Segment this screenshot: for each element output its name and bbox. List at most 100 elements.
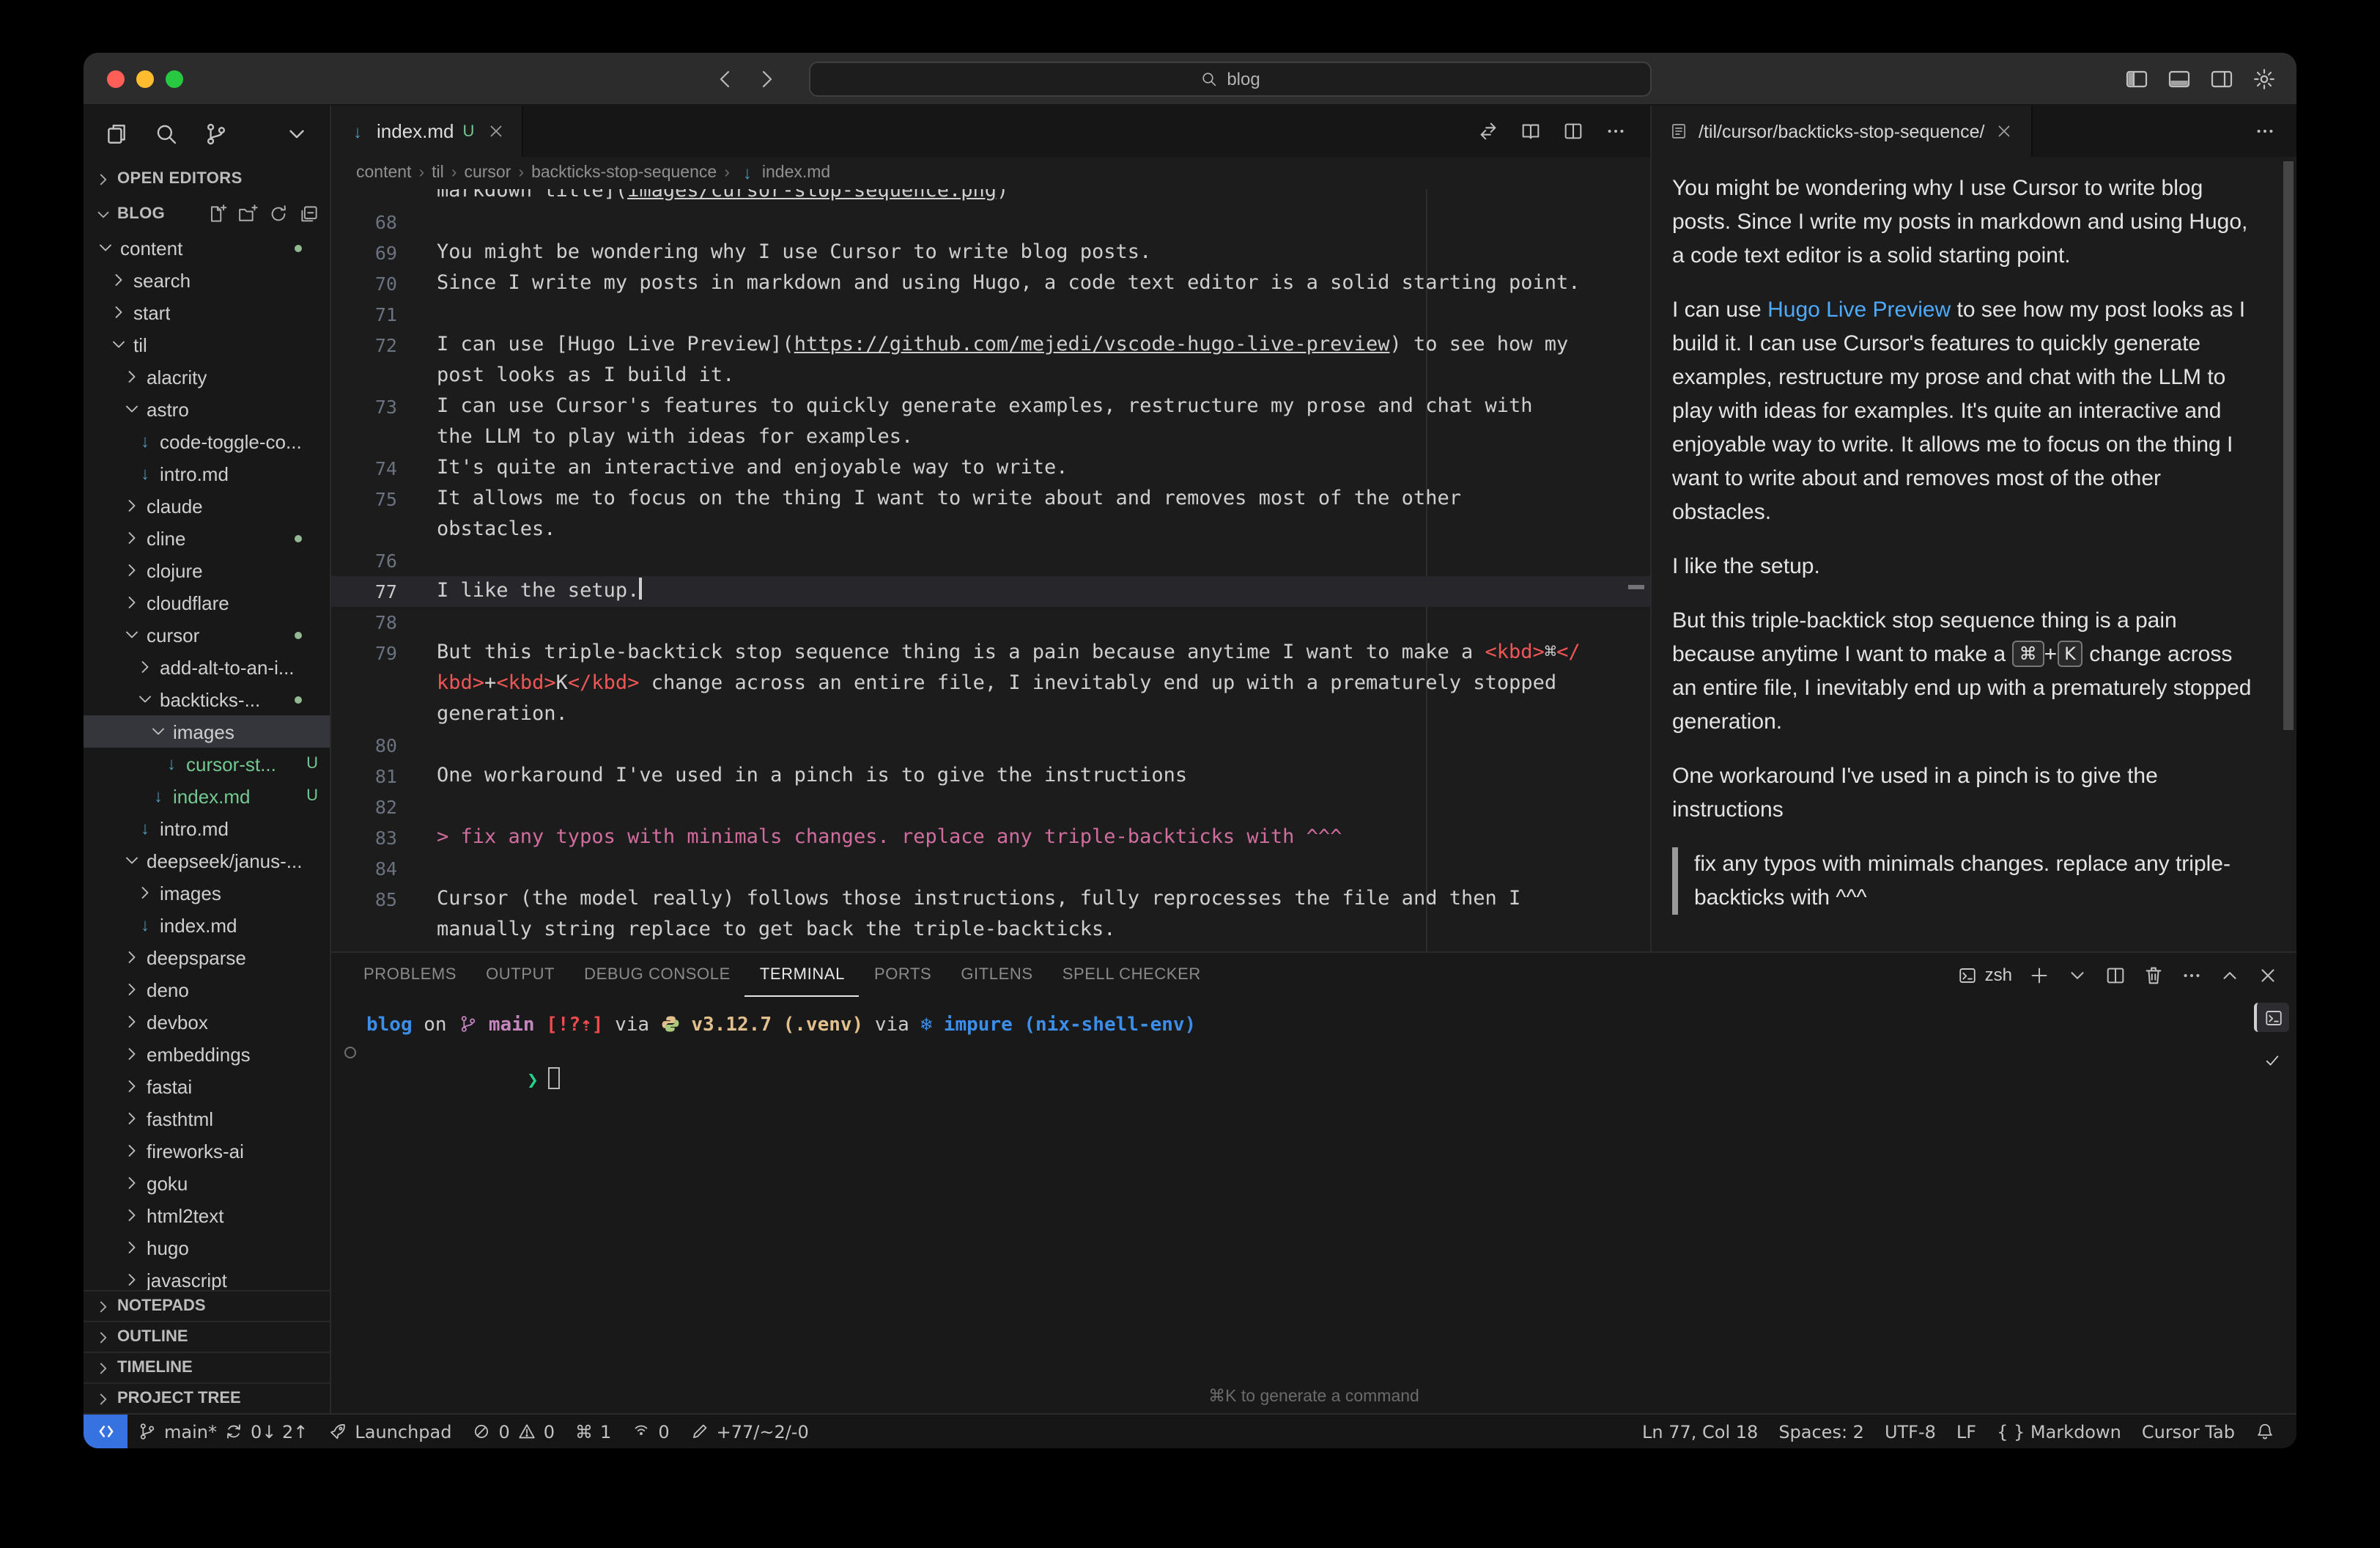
panel-tab-gitlens[interactable]: GITLENS bbox=[946, 953, 1047, 997]
tree-folder-fireworks-ai[interactable]: fireworks-ai bbox=[84, 1135, 330, 1167]
editor-line[interactable]: 85Cursor (the model really) follows thos… bbox=[331, 884, 1650, 915]
tree-folder-content[interactable]: content bbox=[84, 232, 330, 264]
editor-line[interactable]: 82 bbox=[331, 792, 1650, 822]
notifications[interactable] bbox=[2245, 1415, 2285, 1448]
tree-file-intro-md[interactable]: ↓intro.md bbox=[84, 457, 330, 490]
tree-folder-backticks[interactable]: backticks-... bbox=[84, 683, 330, 715]
breadcrumb-item-cursor[interactable]: cursor bbox=[464, 164, 511, 182]
close-window-button[interactable] bbox=[107, 70, 125, 87]
panel-bottom-icon[interactable] bbox=[2168, 67, 2191, 91]
chevron-down-icon[interactable] bbox=[2066, 964, 2088, 986]
tree-file-index-md[interactable]: ↓index.mdU bbox=[84, 780, 330, 812]
tree-file-code-toggle-co[interactable]: ↓code-toggle-co... bbox=[84, 425, 330, 457]
editor-line[interactable]: 78 bbox=[331, 607, 1650, 638]
chevron-down-icon[interactable] bbox=[284, 121, 309, 146]
editor-line[interactable]: 81One workaround I've used in a pinch is… bbox=[331, 761, 1650, 792]
preview-scrollbar[interactable] bbox=[2283, 161, 2294, 730]
tree-folder-cursor[interactable]: cursor bbox=[84, 619, 330, 651]
preview-link[interactable]: Hugo Live Preview bbox=[1767, 298, 1951, 322]
tree-folder-alacrity[interactable]: alacrity bbox=[84, 361, 330, 393]
cursor-tab-toggle[interactable]: Cursor Tab bbox=[2132, 1415, 2245, 1448]
trash-icon[interactable] bbox=[2143, 964, 2165, 986]
source-control-icon[interactable] bbox=[204, 121, 229, 146]
panel-tab-spell-checker[interactable]: SPELL CHECKER bbox=[1048, 953, 1216, 997]
new-file-icon[interactable] bbox=[207, 204, 227, 224]
encoding[interactable]: UTF-8 bbox=[1874, 1415, 1946, 1448]
breadcrumb-item-content[interactable]: content bbox=[356, 164, 411, 182]
tree-file-cursor-st[interactable]: ↓cursor-st...U bbox=[84, 748, 330, 780]
working-changes[interactable]: +77/~2/-0 bbox=[680, 1415, 819, 1448]
tree-folder-astro[interactable]: astro bbox=[84, 393, 330, 425]
tree-folder-deepsparse[interactable]: deepsparse bbox=[84, 941, 330, 973]
editor-code[interactable]: markdown title](images/cursor-stop-seque… bbox=[331, 189, 1650, 951]
back-icon[interactable] bbox=[714, 67, 737, 91]
tree-folder-html2text[interactable]: html2text bbox=[84, 1199, 330, 1231]
new-folder-icon[interactable] bbox=[237, 204, 258, 224]
sidebar-section-project-tree[interactable]: PROJECT TREE bbox=[84, 1382, 330, 1413]
editor-line[interactable]: manually string replace to get back the … bbox=[331, 915, 1650, 946]
editor-line[interactable]: 72I can use [Hugo Live Preview](https://… bbox=[331, 330, 1650, 361]
editor-line[interactable]: 70Since I write my posts in markdown and… bbox=[331, 268, 1650, 299]
breadcrumb-item-backticks-stop-sequence[interactable]: backticks-stop-sequence bbox=[531, 164, 717, 182]
tab-index-md[interactable]: ↓ index.md U bbox=[331, 106, 522, 157]
editor-line[interactable]: 76 bbox=[331, 545, 1650, 576]
plus-icon[interactable] bbox=[2028, 964, 2050, 986]
tree-file-intro-md[interactable]: ↓intro.md bbox=[84, 812, 330, 844]
forward-icon[interactable] bbox=[755, 67, 778, 91]
collapse-all-icon[interactable] bbox=[299, 204, 319, 224]
tree-folder-fasthtml[interactable]: fasthtml bbox=[84, 1102, 330, 1135]
problems[interactable]: 00 bbox=[462, 1415, 565, 1448]
panel-tab-output[interactable]: OUTPUT bbox=[471, 953, 569, 997]
files-icon[interactable] bbox=[104, 121, 129, 146]
broadcast-count[interactable]: 0 bbox=[621, 1415, 679, 1448]
refresh-icon[interactable] bbox=[268, 204, 289, 224]
gitlens-launchpad[interactable]: Launchpad bbox=[318, 1415, 462, 1448]
chevron-up-icon[interactable] bbox=[2219, 964, 2241, 986]
command-center[interactable]: blog bbox=[809, 62, 1652, 97]
panel-left-icon[interactable] bbox=[2125, 67, 2148, 91]
editor-line[interactable]: the LLM to play with ideas for examples. bbox=[331, 422, 1650, 453]
editor-line[interactable]: 74It's quite an interactive and enjoyabl… bbox=[331, 453, 1650, 484]
tree-file-index-md[interactable]: ↓index.md bbox=[84, 909, 330, 941]
editor-line[interactable]: 84 bbox=[331, 853, 1650, 884]
indentation[interactable]: Spaces: 2 bbox=[1768, 1415, 1874, 1448]
tree-folder-til[interactable]: til bbox=[84, 328, 330, 361]
eol[interactable]: LF bbox=[1946, 1415, 1987, 1448]
panel-tab-terminal[interactable]: TERMINAL bbox=[745, 953, 860, 997]
tree-folder-cloudflare[interactable]: cloudflare bbox=[84, 586, 330, 619]
cursor-position[interactable]: Ln 77, Col 18 bbox=[1632, 1415, 1768, 1448]
panel-tab-ports[interactable]: PORTS bbox=[860, 953, 946, 997]
terminal[interactable]: blog on main [!?⇡] via v3.12.7 (.venv) v… bbox=[331, 997, 2296, 1413]
open-changes-icon[interactable] bbox=[1477, 120, 1499, 142]
tree-folder-devbox[interactable]: devbox bbox=[84, 1006, 330, 1038]
tree-folder-add-alt-to-an-i[interactable]: add-alt-to-an-i... bbox=[84, 651, 330, 683]
editor-line[interactable]: kbd>+<kbd>K</kbd> change across an entir… bbox=[331, 668, 1650, 699]
zoom-window-button[interactable] bbox=[166, 70, 183, 87]
editor-line[interactable]: post looks as I build it. bbox=[331, 361, 1650, 391]
editor-line[interactable]: 68 bbox=[331, 207, 1650, 237]
tree-folder-claude[interactable]: claude bbox=[84, 490, 330, 522]
editor-line[interactable]: 75It allows me to focus on the thing I w… bbox=[331, 484, 1650, 515]
editor-line[interactable]: markdown title](images/cursor-stop-seque… bbox=[331, 189, 1650, 207]
tree-folder-clojure[interactable]: clojure bbox=[84, 554, 330, 586]
tree-folder-search[interactable]: search bbox=[84, 264, 330, 296]
search-icon[interactable] bbox=[154, 121, 179, 146]
preview-tab[interactable]: /til/cursor/backticks-stop-sequence/ bbox=[1652, 106, 2033, 157]
close-tab-icon[interactable] bbox=[486, 122, 505, 141]
tree-folder-images[interactable]: images bbox=[84, 715, 330, 748]
shell-profile-button[interactable]: zsh bbox=[1959, 965, 2012, 985]
sidebar-section-outline[interactable]: OUTLINE bbox=[84, 1321, 330, 1352]
panel-tab-problems[interactable]: PROBLEMS bbox=[349, 953, 471, 997]
breadcrumb-item-til[interactable]: til bbox=[432, 164, 444, 182]
editor-line[interactable]: 69You might be wondering why I use Curso… bbox=[331, 237, 1650, 268]
tree-folder-start[interactable]: start bbox=[84, 296, 330, 328]
tree-folder-fastai[interactable]: fastai bbox=[84, 1070, 330, 1102]
terminal-check-item[interactable] bbox=[2254, 1045, 2289, 1075]
command-count[interactable]: ⌘1 bbox=[565, 1415, 621, 1448]
preview-more-actions[interactable] bbox=[2254, 106, 2296, 157]
breadcrumb-file[interactable]: ↓index.md bbox=[737, 163, 830, 183]
editor-line[interactable]: 73I can use Cursor's features to quickly… bbox=[331, 391, 1650, 422]
split-editor-icon[interactable] bbox=[1562, 120, 1584, 142]
tree-folder-hugo[interactable]: hugo bbox=[84, 1231, 330, 1264]
editor-line[interactable]: 80 bbox=[331, 730, 1650, 761]
